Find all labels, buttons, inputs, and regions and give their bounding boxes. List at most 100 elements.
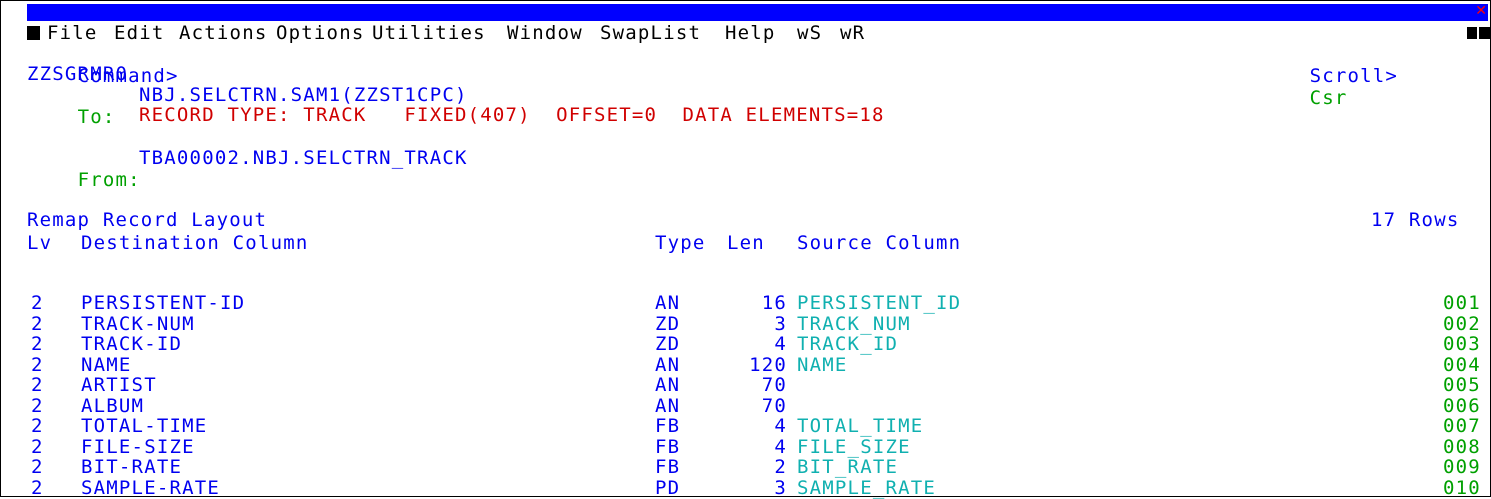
row-seq: 006	[1443, 394, 1481, 417]
header-source: Source Column	[797, 232, 962, 254]
row-source: PERSISTENT_ID	[797, 292, 962, 314]
row-type: ZD	[655, 333, 681, 355]
close-icon[interactable]: ✕	[1475, 4, 1487, 18]
table-row[interactable]: 2 PERSISTENT-ID AN 16 PERSISTENT_ID 001	[27, 293, 1488, 313]
row-source: TOTAL_TIME	[797, 415, 924, 437]
menu-bar: File Edit Actions Options Utilities Wind…	[27, 22, 1491, 44]
row-type: ZD	[655, 312, 681, 335]
row-lv: 2	[31, 292, 44, 314]
row-source: BIT_RATE	[797, 456, 899, 478]
row-seq: 001	[1443, 292, 1481, 314]
row-seq: 007	[1443, 415, 1481, 437]
row-type: FB	[655, 456, 681, 478]
to-label: To:	[77, 106, 116, 128]
row-len: 4	[774, 435, 787, 458]
row-seq: 008	[1443, 435, 1481, 458]
table-row[interactable]: 2 FILE-SIZE FB 4 FILE_SIZE 008	[27, 437, 1488, 457]
row-lv: 2	[31, 435, 44, 458]
row-seq: 009	[1443, 456, 1481, 478]
row-seq: 004	[1443, 353, 1481, 376]
row-source: TRACK_NUM	[797, 312, 911, 335]
row-destination: TRACK-ID	[81, 333, 183, 355]
row-len: 120	[749, 353, 787, 376]
table-header: Lv Destination Column Type Len Source Co…	[27, 233, 1488, 253]
header-type: Type	[655, 232, 706, 254]
panel-id: ZZSGRMR0	[27, 63, 129, 85]
row-seq: 003	[1443, 333, 1481, 355]
minimize-icon[interactable]	[1467, 27, 1477, 39]
from-dataset: TBA00002.NBJ.SELCTRN_TRACK	[139, 147, 468, 169]
row-len: 2	[774, 456, 787, 478]
section-title: Remap Record Layout	[27, 209, 268, 231]
maximize-icon[interactable]	[1479, 27, 1491, 39]
window-title-bar: SELCOPY/i - Remap record Layout Dialog	[27, 4, 1488, 39]
menu-file[interactable]: File	[47, 22, 98, 44]
header-lv: Lv	[27, 232, 53, 254]
table-row[interactable]: 2 ARTIST AN 70 005	[27, 375, 1488, 395]
row-lv: 2	[31, 476, 44, 499]
row-type: PD	[655, 476, 681, 499]
ws-indicator[interactable]: wS	[797, 22, 822, 44]
row-destination: BIT-RATE	[81, 456, 183, 478]
row-len: 4	[774, 415, 787, 437]
row-destination: PERSISTENT-ID	[81, 292, 246, 314]
row-len: 3	[774, 312, 787, 335]
row-destination: SAMPLE-RATE	[81, 476, 221, 499]
row-lv: 2	[31, 415, 44, 437]
row-lv: 2	[31, 374, 44, 396]
menu-utilities[interactable]: Utilities	[372, 22, 486, 44]
row-type: FB	[655, 435, 681, 458]
menu-actions[interactable]: Actions	[179, 22, 267, 44]
row-destination: FILE-SIZE	[81, 435, 195, 458]
row-len: 70	[761, 394, 787, 417]
row-type: AN	[655, 394, 681, 417]
header-destination: Destination Column	[81, 232, 309, 254]
menu-options[interactable]: Options	[276, 22, 364, 44]
row-source: FILE_SIZE	[797, 435, 911, 458]
to-line: To:	[27, 84, 115, 128]
table-row[interactable]: 2 SAMPLE-RATE PD 3 SAMPLE_RATE 010	[27, 478, 1488, 498]
row-destination: ALBUM	[81, 394, 145, 417]
table-row[interactable]: 2 TRACK-ID ZD 4 TRACK_ID 003	[27, 334, 1488, 354]
from-line: From:	[27, 147, 141, 191]
row-lv: 2	[31, 333, 44, 355]
table-row[interactable]: 2 TOTAL-TIME FB 4 TOTAL_TIME 007	[27, 416, 1488, 436]
scroll-value[interactable]: Csr	[1310, 87, 1348, 109]
row-destination: TOTAL-TIME	[81, 415, 208, 437]
table-row[interactable]: 2 TRACK-NUM ZD 3 TRACK_NUM 002	[27, 314, 1488, 334]
terminal-screen: SELCOPY/i - Remap record Layout Dialog ✕…	[0, 0, 1491, 498]
scroll-field: Scroll> Csr	[1259, 43, 1398, 109]
row-type: FB	[655, 415, 681, 437]
row-type: AN	[655, 353, 681, 376]
menu-cursor-block-icon	[27, 26, 40, 40]
row-destination: NAME	[81, 353, 132, 376]
wr-indicator[interactable]: wR	[840, 22, 865, 44]
row-destination: ARTIST	[81, 374, 157, 396]
to-dataset: NBJ.SELCTRN.SAM1(ZZST1CPC)	[139, 84, 468, 106]
to-record-info: RECORD TYPE: TRACK FIXED(407) OFFSET=0 D…	[139, 104, 885, 126]
row-lv: 2	[31, 456, 44, 478]
row-source: SAMPLE_RATE	[797, 476, 937, 499]
row-destination: TRACK-NUM	[81, 312, 195, 335]
row-lv: 2	[31, 353, 44, 376]
menu-window[interactable]: Window	[507, 22, 583, 44]
row-seq: 005	[1443, 374, 1481, 396]
table-row[interactable]: 2 ALBUM AN 70 006	[27, 396, 1488, 416]
menu-edit[interactable]: Edit	[114, 22, 165, 44]
row-seq: 002	[1443, 312, 1481, 335]
row-count: 17 Rows	[1371, 209, 1460, 231]
row-source: NAME	[797, 353, 848, 376]
row-len: 16	[761, 292, 787, 314]
row-lv: 2	[31, 312, 44, 335]
row-len: 70	[761, 374, 787, 396]
menu-swaplist[interactable]: SwapList	[600, 22, 701, 44]
row-len: 4	[774, 333, 787, 355]
row-lv: 2	[31, 394, 44, 417]
menu-help[interactable]: Help	[725, 22, 776, 44]
table-row[interactable]: 2 BIT-RATE FB 2 BIT_RATE 009	[27, 457, 1488, 477]
table-row[interactable]: 2 NAME AN 120 NAME 004	[27, 355, 1488, 375]
row-type: AN	[655, 374, 681, 396]
row-len: 3	[774, 476, 787, 499]
row-source: TRACK_ID	[797, 333, 899, 355]
from-label: From:	[77, 169, 141, 191]
